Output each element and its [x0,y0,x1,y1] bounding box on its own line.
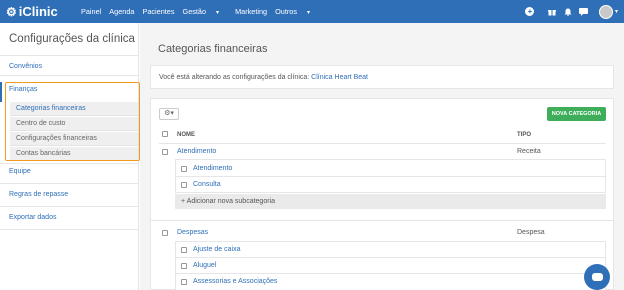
user-avatar[interactable] [598,4,613,19]
divider [176,257,605,258]
nav-pacientes[interactable]: Pacientes [142,7,174,16]
chevron-down-icon: ▾ [216,10,220,16]
nav-outros[interactable]: Outros ▾ [275,7,318,16]
divider [0,75,139,76]
sidebar-item-equipe[interactable]: Equipe [9,168,31,175]
settings-sidebar: Configurações da clínica Convênios Finan… [0,23,140,290]
divider [0,229,139,230]
chat-icon[interactable] [579,7,589,17]
category-type: Receita [517,148,541,155]
divider [176,176,605,177]
row-checkbox[interactable] [181,247,187,253]
subcategory-name[interactable]: Assessorias e Associações [193,278,277,285]
subcategory-list: Ajuste de caixa Aluguel Assessorias e As… [175,241,606,290]
bell-icon[interactable] [563,7,573,17]
topbar-actions: + ▾ [519,0,624,23]
nav-agenda[interactable]: Agenda [109,7,134,16]
row-checkbox[interactable] [181,279,187,285]
subcategory-name[interactable]: Atendimento [193,165,232,172]
subcategory-name[interactable]: Aluguel [193,262,216,269]
subcategory-name[interactable]: Consulta [193,181,221,188]
sidebar-item-exportar[interactable]: Exportar dados [9,214,56,221]
active-indicator [0,82,2,102]
nav-marketing[interactable]: Marketing [235,7,267,16]
clinic-notice: Você está alterando as configurações da … [150,65,614,89]
nav-gestao[interactable]: Gestão ▾ [183,7,228,16]
divider [0,163,139,164]
divider [159,143,606,144]
support-chat-button[interactable] [584,264,610,290]
category-type: Despesa [517,229,545,236]
row-checkbox[interactable] [162,230,168,236]
nav-outros-label: Outros [275,7,298,16]
main-content: Categorias financeiras Você está alteran… [140,23,624,290]
clinic-name-link[interactable]: Clínica Heart Beat [311,74,368,81]
category-name[interactable]: Despesas [177,229,208,236]
chevron-down-icon: ▾ [307,10,311,16]
sidebar-item-regras-repasse[interactable]: Regras de repasse [9,191,68,198]
nav-gestao-label: Gestão [182,7,207,16]
divider [0,55,139,56]
sidebar-title: Configurações da clínica [9,33,135,45]
add-subcategory-button[interactable]: + Adicionar nova subcategoria [175,194,606,209]
category-name[interactable]: Atendimento [177,148,216,155]
subcategory-list: Atendimento Consulta [175,159,606,193]
row-checkbox[interactable] [162,149,168,155]
new-category-button[interactable]: NOVA CATEGORIA [547,107,606,121]
chevron-down-icon[interactable]: ▾ [615,8,618,15]
sidebar-item-convenios[interactable]: Convênios [9,63,42,70]
add-subcategory-label: Adicionar nova subcategoria [186,198,275,205]
bulk-actions-button[interactable]: ⚙▾ [159,108,179,120]
logo-gear-icon: ⚙ [6,4,17,19]
row-checkbox[interactable] [181,166,187,172]
categories-card: ⚙▾ NOVA CATEGORIA NOME TIPO Atendimento … [150,98,614,290]
divider [0,183,139,184]
subcategory-name[interactable]: Ajuste de caixa [193,246,240,253]
top-navbar: ⚙ iClinic Painel Agenda Pacientes Gestão… [0,0,624,23]
logo-text: iClinic [18,4,58,19]
divider [151,220,613,221]
highlight-box [5,82,140,161]
col-header-name: NOME [177,132,195,138]
row-checkbox[interactable] [181,182,187,188]
notice-text: Você está alterando as configurações da … [159,74,310,81]
gift-icon[interactable] [547,7,557,17]
page-title: Categorias financeiras [158,43,268,55]
divider [176,273,605,274]
app-logo[interactable]: ⚙ iClinic [6,3,58,20]
divider [0,206,139,207]
main-nav: Painel Agenda Pacientes Gestão ▾ Marketin… [81,0,326,23]
chat-icon [592,273,603,281]
row-checkbox[interactable] [181,263,187,269]
add-icon[interactable]: + [525,7,535,17]
nav-painel[interactable]: Painel [81,7,101,16]
plus-icon: + [181,198,186,205]
select-all-checkbox[interactable] [162,131,168,137]
col-header-type: TIPO [517,132,532,138]
